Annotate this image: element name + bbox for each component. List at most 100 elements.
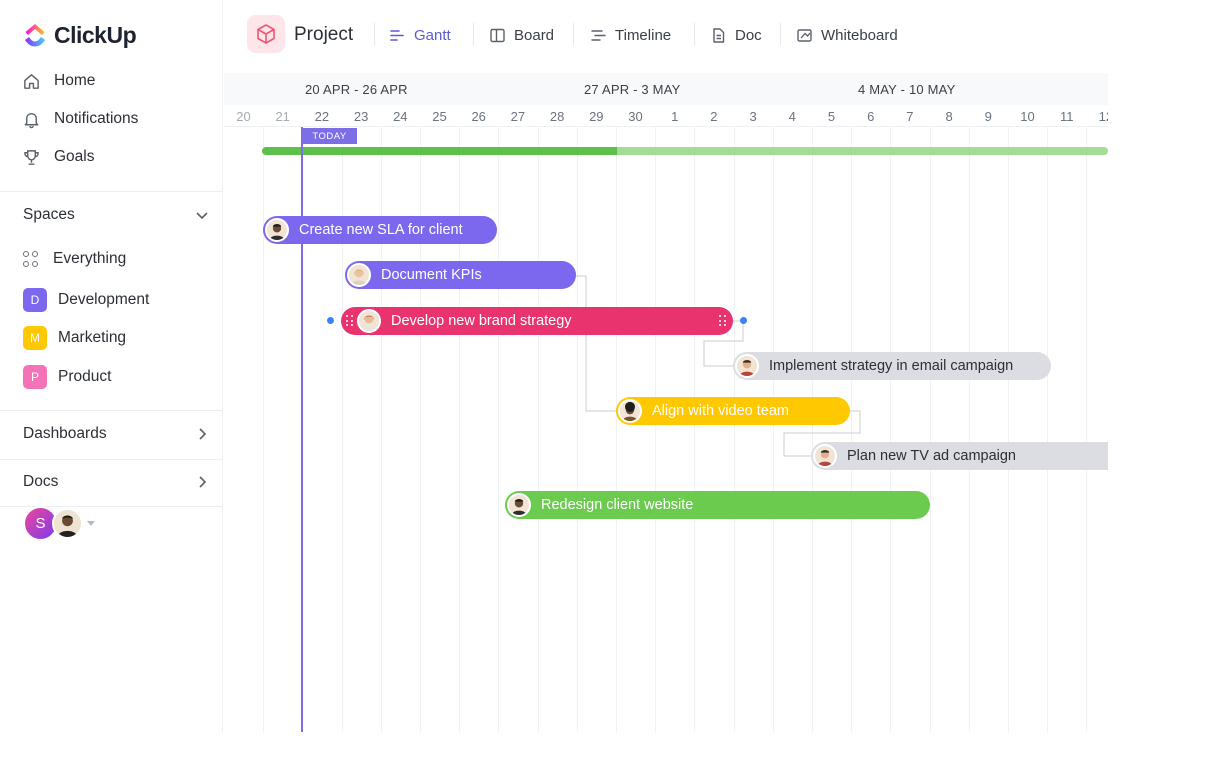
tab-label: Board: [514, 26, 555, 44]
person-avatar-icon: [622, 401, 638, 421]
project-header: Project Gantt Board Timeline Doc Whitebo…: [224, 0, 1108, 73]
sidebar-item-marketing[interactable]: M Marketing: [23, 325, 126, 351]
chevron-right-icon[interactable]: [195, 475, 209, 489]
user-avatars[interactable]: S: [23, 506, 95, 541]
gantt-task-bar[interactable]: Create new SLA for client: [263, 216, 497, 244]
clickup-logo-icon: [25, 24, 45, 47]
tab-label: Doc: [735, 26, 762, 44]
task-name: Redesign client website: [541, 497, 694, 513]
trophy-icon: [24, 149, 39, 165]
gantt-task-bar[interactable]: Document KPIs: [345, 261, 576, 289]
board-icon: [490, 28, 505, 42]
nav-goals[interactable]: Goals: [22, 145, 95, 169]
space-badge: P: [23, 365, 47, 389]
sidebar-item-everything[interactable]: Everything: [23, 246, 126, 272]
dependency-line: [575, 275, 616, 412]
tab-whiteboard[interactable]: Whiteboard: [796, 25, 898, 45]
person-avatar-icon: [351, 269, 367, 285]
task-name: Create new SLA for client: [299, 222, 463, 238]
doc-icon: [713, 27, 725, 43]
space-label: Development: [58, 291, 150, 308]
person-avatar-icon: [739, 360, 755, 376]
person-avatar-icon: [511, 499, 527, 515]
header-divider: [473, 23, 474, 45]
header-divider: [374, 23, 375, 45]
docs-label: Docs: [23, 473, 59, 490]
gantt-task-bar[interactable]: Align with video team: [616, 397, 850, 425]
page-title: Project: [294, 24, 354, 45]
nav-notifications[interactable]: Notifications: [22, 107, 138, 131]
person-avatar-icon: [57, 515, 78, 537]
gantt-task-bar[interactable]: Redesign client website: [505, 491, 930, 519]
tab-board[interactable]: Board: [489, 25, 554, 45]
assignee-avatar: [265, 218, 289, 242]
dashboards-row[interactable]: Dashboards: [23, 422, 209, 446]
everything-label: Everything: [53, 250, 127, 267]
task-name: Implement strategy in email campaign: [769, 358, 1014, 374]
gantt-icon: [390, 29, 404, 41]
project-icon: [247, 15, 285, 53]
drag-handle-icon[interactable]: [719, 315, 727, 327]
sidebar-item-development[interactable]: D Development: [23, 287, 149, 313]
drag-handle-icon[interactable]: [346, 315, 354, 327]
sidebar-divider: [0, 459, 223, 460]
sidebar-item-product[interactable]: P Product: [23, 364, 111, 390]
tab-label: Gantt: [414, 26, 451, 44]
dashboards-label: Dashboards: [23, 425, 107, 442]
home-icon: [24, 73, 39, 89]
app-window: ClickUp Home Notifications Goals Spaces …: [0, 0, 1108, 732]
tab-timeline[interactable]: Timeline: [590, 25, 671, 45]
whiteboard-icon: [797, 28, 812, 42]
tab-gantt[interactable]: Gantt: [389, 25, 451, 45]
sidebar-divider: [0, 191, 223, 192]
gantt-chart: 20 APR - 26 APR 27 APR - 3 MAY 4 MAY - 1…: [224, 73, 1108, 732]
spaces-header[interactable]: Spaces: [23, 203, 209, 227]
task-name: Plan new TV ad campaign: [847, 448, 1017, 464]
nav-home[interactable]: Home: [22, 69, 95, 93]
nav-notifications-label: Notifications: [54, 110, 139, 127]
assignee-avatar: [507, 493, 531, 517]
docs-row[interactable]: Docs: [23, 470, 209, 494]
header-divider: [780, 23, 781, 45]
chevron-right-icon[interactable]: [195, 427, 209, 441]
person-avatar-icon: [269, 224, 285, 240]
tab-label: Timeline: [615, 26, 672, 44]
cube-icon: [257, 24, 275, 44]
chevron-down-icon[interactable]: [195, 208, 209, 222]
header-divider: [694, 23, 695, 45]
caret-down-icon[interactable]: [87, 521, 95, 526]
nav-home-label: Home: [54, 72, 96, 89]
assignee-avatar: [813, 444, 837, 468]
assignee-avatar: [618, 399, 642, 423]
task-name: Document KPIs: [381, 267, 482, 283]
person-avatar-icon: [817, 450, 833, 466]
space-label: Product: [58, 368, 112, 385]
gantt-task-bar[interactable]: Implement strategy in email campaign: [733, 352, 1051, 380]
assignee-avatar: [357, 309, 381, 333]
tab-label: Whiteboard: [821, 26, 898, 44]
bell-icon: [24, 112, 39, 128]
dependency-handle-right[interactable]: [740, 317, 747, 324]
sidebar: ClickUp Home Notifications Goals Spaces …: [0, 0, 223, 732]
spaces-label: Spaces: [23, 206, 75, 223]
space-badge: M: [23, 326, 47, 350]
tab-doc[interactable]: Doc: [710, 25, 762, 45]
gantt-task-bar[interactable]: Plan new TV ad campaign: [811, 442, 1108, 470]
dependency-handle-left[interactable]: [327, 317, 334, 324]
gantt-task-bar[interactable]: Develop new brand strategy: [341, 307, 733, 335]
timeline-icon: [591, 29, 606, 41]
task-name: Develop new brand strategy: [391, 313, 572, 329]
clickup-logo[interactable]: ClickUp: [22, 19, 137, 51]
assignee-avatar: [735, 354, 759, 378]
task-name: Align with video team: [652, 403, 790, 419]
avatar[interactable]: [52, 508, 83, 539]
brand-name: ClickUp: [54, 21, 137, 48]
space-label: Marketing: [58, 329, 127, 346]
nav-goals-label: Goals: [54, 148, 95, 165]
sidebar-divider: [0, 410, 223, 411]
grid-icon: [23, 251, 39, 267]
header-divider: [573, 23, 574, 45]
assignee-avatar: [347, 263, 371, 287]
space-badge: D: [23, 288, 47, 312]
person-avatar-icon: [361, 315, 377, 331]
